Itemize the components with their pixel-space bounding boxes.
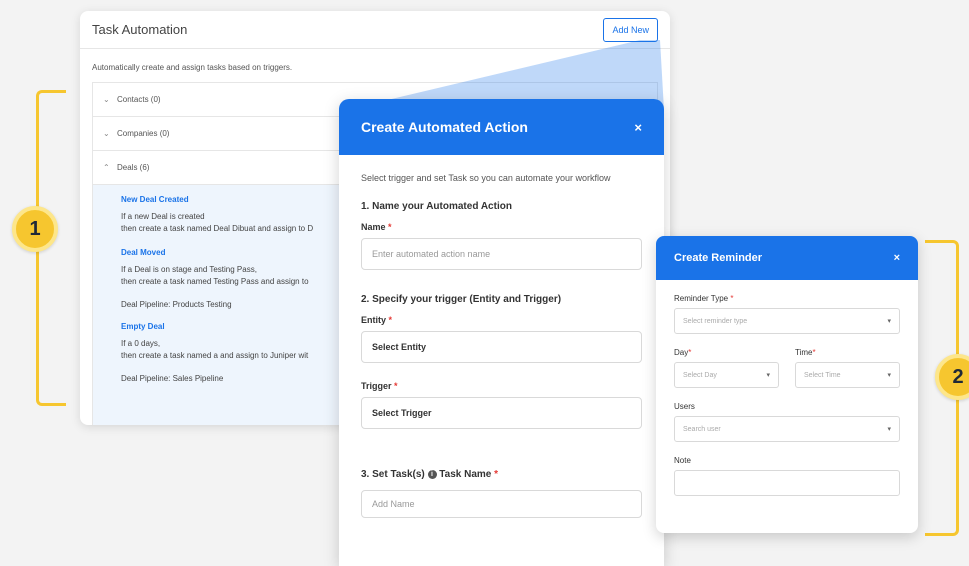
close-icon[interactable]: × — [894, 252, 900, 264]
day-select[interactable]: Select Day ▾ — [674, 362, 779, 388]
day-label: Day* — [674, 348, 692, 357]
info-icon: i — [427, 469, 437, 479]
step-3-heading: 3. Set Task(s) i Task Name * — [361, 469, 499, 480]
users-search-select[interactable]: Search user ▾ — [674, 416, 900, 442]
reminder-type-select[interactable]: Select reminder type ▾ — [674, 308, 900, 334]
note-label: Note — [674, 456, 691, 465]
modal-header: Create Automated Action × — [339, 99, 664, 155]
trigger-select[interactable]: Select Trigger — [361, 397, 642, 429]
create-reminder-modal: Create Reminder × Reminder Type * Select… — [656, 236, 918, 533]
reminder-type-label: Reminder Type * — [674, 294, 734, 303]
entity-label: Entity * — [361, 315, 393, 325]
modal-body: Select trigger and set Task so you can a… — [339, 155, 664, 534]
reminder-header: Create Reminder × — [656, 236, 918, 280]
name-label: Name * — [361, 222, 392, 232]
note-input[interactable] — [674, 470, 900, 496]
create-automated-action-modal: Create Automated Action × Select trigger… — [339, 99, 664, 566]
time-label: Time* — [795, 348, 816, 357]
close-icon[interactable]: × — [634, 120, 642, 135]
entity-select[interactable]: Select Entity — [361, 331, 642, 363]
users-label: Users — [674, 402, 695, 411]
task-name-input[interactable]: Add Name — [361, 490, 642, 518]
modal-intro: Select trigger and set Task so you can a… — [361, 173, 611, 183]
modal-title: Create Automated Action — [361, 119, 528, 135]
caret-down-icon: ▾ — [887, 372, 891, 379]
caret-down-icon: ▾ — [887, 426, 891, 433]
reminder-title: Create Reminder — [674, 252, 763, 264]
caret-down-icon: ▾ — [887, 318, 891, 325]
step-2-heading: 2. Specify your trigger (Entity and Trig… — [361, 294, 562, 305]
step-1-heading: 1. Name your Automated Action — [361, 201, 512, 212]
trigger-label: Trigger * — [361, 381, 398, 391]
caret-down-icon: ▾ — [766, 372, 770, 379]
reminder-body: Reminder Type * Select reminder type ▾ D… — [656, 280, 918, 510]
time-select[interactable]: Select Time ▾ — [795, 362, 900, 388]
name-input[interactable]: Enter automated action name — [361, 238, 642, 270]
